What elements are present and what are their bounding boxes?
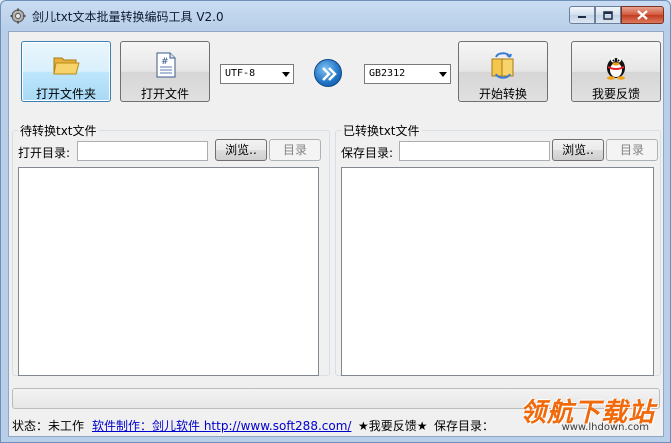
- feedback-label: 我要反馈: [591, 87, 640, 101]
- penguin-icon: [607, 57, 625, 80]
- window-title: 剑儿txt文本批量转换编码工具 V2.0: [32, 10, 224, 24]
- folder-icon: [53, 57, 80, 75]
- close-icon: [637, 10, 648, 20]
- gear-icon: [10, 8, 26, 24]
- convert-icon: [491, 52, 514, 79]
- watermark-url: www.lhdown.com: [561, 422, 649, 433]
- target-encoding-select[interactable]: GB2312: [364, 64, 451, 84]
- start-convert-button[interactable]: 开始转换: [458, 41, 548, 102]
- save-dir-label: 保存目录:: [341, 146, 394, 160]
- chevron-down-icon: [282, 72, 290, 77]
- open-dir-input[interactable]: [77, 141, 208, 161]
- maximize-icon: [603, 10, 613, 20]
- left-browse-button[interactable]: 浏览..: [215, 139, 267, 161]
- svg-text:#: #: [161, 57, 169, 67]
- watermark-logo: 领航下载站 www.lhdown.com: [485, 392, 655, 433]
- double-arrow-right-icon: [322, 67, 337, 81]
- feedback-link[interactable]: ★我要反馈★: [358, 417, 428, 434]
- converted-file-list[interactable]: [341, 167, 654, 376]
- convert-arrow-icon: [314, 59, 342, 87]
- feedback-button[interactable]: 我要反馈: [571, 41, 661, 102]
- client-area: 打开文件夹 # 打开文件 UTF-8 GB2312 开始转换 我要反馈 待转换t…: [8, 31, 664, 437]
- maximize-button[interactable]: [595, 6, 621, 24]
- right-panel-title: 已转换txt文件: [341, 122, 422, 139]
- source-file-list[interactable]: [18, 167, 319, 376]
- minimize-button[interactable]: [569, 6, 595, 24]
- close-button[interactable]: [621, 6, 664, 24]
- document-icon: #: [156, 52, 176, 78]
- status-state: 状态：未工作: [12, 419, 85, 433]
- source-encoding-select[interactable]: UTF-8: [220, 64, 294, 84]
- minimize-icon: [578, 16, 586, 18]
- chevron-down-icon: [439, 72, 447, 77]
- credit-link[interactable]: 软件制作：剑儿软件 http://www.soft288.com/: [92, 419, 351, 433]
- open-file-button[interactable]: # 打开文件: [120, 41, 210, 102]
- left-dir-button[interactable]: 目录: [269, 139, 321, 161]
- source-encoding-value: UTF-8: [225, 68, 256, 79]
- open-folder-button[interactable]: 打开文件夹: [21, 41, 111, 102]
- right-browse-button[interactable]: 浏览..: [552, 139, 604, 161]
- open-dir-label: 打开目录:: [18, 146, 71, 160]
- save-dir-input[interactable]: [399, 141, 550, 161]
- start-convert-label: 开始转换: [478, 87, 527, 101]
- app-window: 剑儿txt文本批量转换编码工具 V2.0 打开文件夹 # 打开文件 UTF-8 …: [0, 0, 671, 443]
- title-bar[interactable]: 剑儿txt文本批量转换编码工具 V2.0: [1, 1, 670, 31]
- open-folder-label: 打开文件夹: [35, 87, 96, 101]
- target-encoding-value: GB2312: [369, 68, 406, 79]
- open-file-label: 打开文件: [140, 87, 189, 101]
- right-dir-button[interactable]: 目录: [606, 139, 658, 161]
- left-panel-title: 待转换txt文件: [18, 122, 99, 139]
